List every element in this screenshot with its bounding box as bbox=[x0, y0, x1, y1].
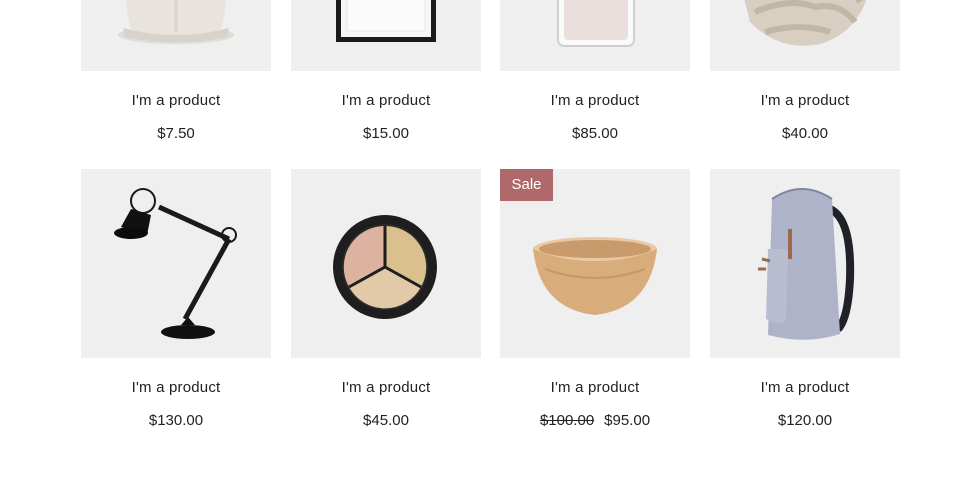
product-name[interactable]: I'm a product bbox=[710, 379, 900, 396]
product-image-knit-scarf[interactable] bbox=[710, 0, 900, 71]
product-name[interactable]: I'm a product bbox=[500, 92, 690, 109]
product-image-makeup-palette[interactable] bbox=[291, 169, 481, 358]
product-name[interactable]: I'm a product bbox=[81, 92, 271, 109]
product-card[interactable]: I'm a product $15.00 bbox=[291, 0, 481, 142]
price: $15.00 bbox=[363, 125, 409, 142]
product-card[interactable]: I'm a product $45.00 bbox=[291, 169, 481, 429]
makeup-palette-image bbox=[291, 169, 481, 358]
product-card[interactable]: I'm a product $7.50 bbox=[81, 0, 271, 142]
product-card[interactable]: I'm a product $120.00 bbox=[710, 169, 900, 429]
price: $85.00 bbox=[572, 125, 618, 142]
knit-scarf-image bbox=[710, 0, 900, 71]
product-image-wooden-bowl[interactable]: Sale bbox=[500, 169, 690, 358]
product-price: $7.50 bbox=[81, 125, 271, 142]
perfume-bottle-image bbox=[500, 0, 690, 71]
product-name[interactable]: I'm a product bbox=[81, 379, 271, 396]
product-image-desk-lamp[interactable] bbox=[81, 169, 271, 358]
product-price: $85.00 bbox=[500, 125, 690, 142]
product-price: $45.00 bbox=[291, 412, 481, 429]
product-card[interactable]: Sale I'm a product $100.00 $95.00 bbox=[500, 169, 690, 429]
product-image-perfume-bottle[interactable] bbox=[500, 0, 690, 71]
product-card[interactable]: I'm a product $85.00 bbox=[500, 0, 690, 142]
product-price: $100.00 $95.00 bbox=[500, 412, 690, 429]
original-price: $100.00 bbox=[539, 412, 595, 429]
price: $7.50 bbox=[157, 125, 195, 142]
product-card[interactable]: I'm a product $40.00 bbox=[710, 0, 900, 142]
sale-price: $95.00 bbox=[604, 412, 651, 429]
product-name[interactable]: I'm a product bbox=[710, 92, 900, 109]
product-image-frame[interactable] bbox=[291, 0, 481, 71]
product-price: $40.00 bbox=[710, 125, 900, 142]
frame-image bbox=[291, 0, 481, 71]
backpack-image bbox=[710, 169, 900, 358]
price: $40.00 bbox=[782, 125, 828, 142]
product-price: $120.00 bbox=[710, 412, 900, 429]
product-name[interactable]: I'm a product bbox=[500, 379, 690, 396]
product-image-vase[interactable] bbox=[81, 0, 271, 71]
product-card[interactable]: I'm a product $130.00 bbox=[81, 169, 271, 429]
product-name[interactable]: I'm a product bbox=[291, 379, 481, 396]
product-image-backpack[interactable] bbox=[710, 169, 900, 358]
product-price: $15.00 bbox=[291, 125, 481, 142]
price: $45.00 bbox=[363, 412, 409, 429]
sale-badge: Sale bbox=[500, 169, 553, 201]
product-name[interactable]: I'm a product bbox=[291, 92, 481, 109]
vase-image bbox=[81, 0, 271, 71]
product-price: $130.00 bbox=[81, 412, 271, 429]
desk-lamp-image bbox=[81, 169, 271, 358]
price: $120.00 bbox=[777, 412, 833, 429]
price: $130.00 bbox=[148, 412, 204, 429]
